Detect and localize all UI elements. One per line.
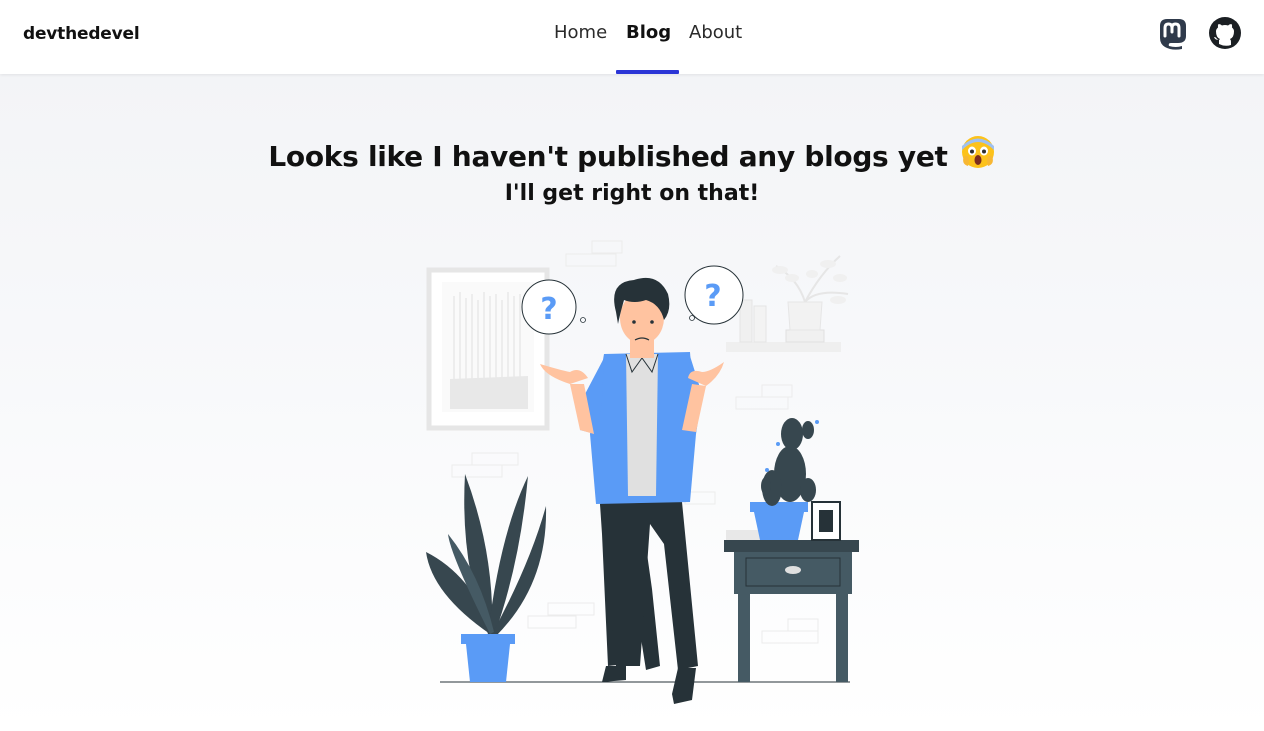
confused-person-illustration: ? ? <box>420 234 870 714</box>
github-icon[interactable] <box>1208 16 1242 50</box>
svg-text:?: ? <box>704 279 721 314</box>
main-content: Looks like I haven't published any blogs… <box>0 74 1264 731</box>
nav-link-about[interactable]: About <box>689 22 742 43</box>
nav-link-home[interactable]: Home <box>554 22 607 43</box>
face-screaming-in-fear-icon <box>960 134 996 177</box>
svg-text:?: ? <box>540 292 557 327</box>
active-nav-indicator <box>616 70 679 74</box>
nav-link-blog[interactable]: Blog <box>626 22 671 43</box>
top-navbar: devthedevel Home Blog About <box>0 0 1264 74</box>
site-brand[interactable]: devthedevel <box>23 24 140 44</box>
mastodon-icon[interactable] <box>1156 16 1190 50</box>
headline-text: Looks like I haven't published any blogs… <box>268 140 948 173</box>
page-subheading: I'll get right on that! <box>504 181 760 206</box>
page-headline: Looks like I haven't published any blogs… <box>0 134 1264 177</box>
